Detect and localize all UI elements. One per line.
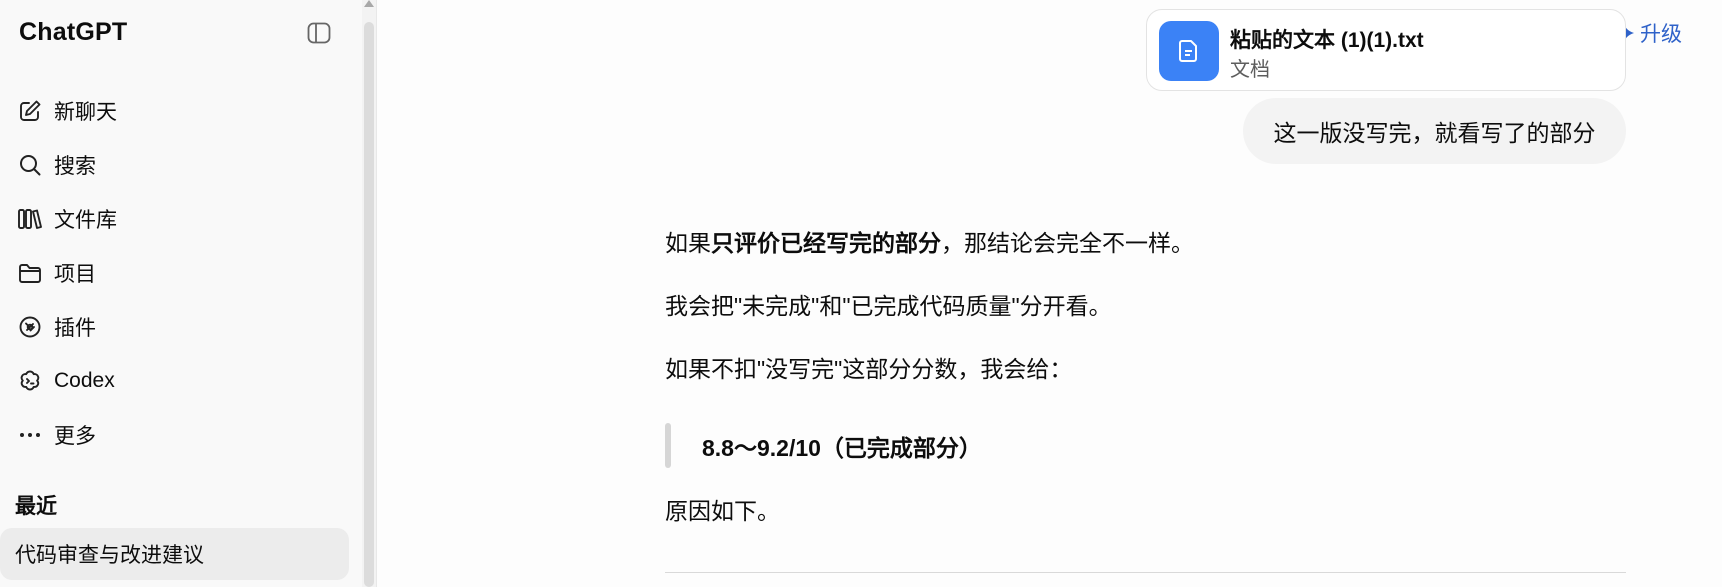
codex-icon — [17, 368, 43, 394]
search-icon — [17, 152, 43, 178]
sidebar-toggle-button[interactable] — [306, 20, 332, 46]
recent-chat-label: 代码审查与改进建议 — [15, 544, 204, 567]
sidebar-item-label: 项目 — [54, 263, 96, 286]
sidebar-item-label: Codex — [54, 369, 115, 392]
blockquote-score: 8.8～9.2/10（已完成部分） — [702, 435, 982, 461]
upgrade-label: 升级 — [1640, 23, 1682, 46]
attachment-card[interactable]: 粘贴的文本 (1)(1).txt 文档 — [1146, 9, 1626, 91]
sidebar: ChatGPT 新聊天 搜索 文件库 项目 插件 Codex 更多 最近 代码审… — [0, 0, 362, 587]
plugin-icon — [17, 314, 43, 340]
assistant-paragraph: 如果只评价已经写完的部分，那结论会完全不一样。 — [665, 230, 1194, 258]
brand-title: ChatGPT — [19, 18, 128, 46]
scroll-up-arrow-icon[interactable] — [364, 0, 374, 7]
sidebar-nav: 新聊天 搜索 文件库 项目 插件 Codex 更多 — [0, 84, 362, 462]
sidebar-scrollbar[interactable] — [362, 0, 376, 587]
sidebar-item-projects[interactable]: 项目 — [0, 246, 362, 300]
sidebar-item-more[interactable]: 更多 — [0, 408, 362, 462]
more-icon — [17, 422, 43, 448]
horizontal-divider — [665, 572, 1626, 573]
sidebar-item-label: 更多 — [54, 425, 96, 448]
assistant-paragraph: 我会把"未完成"和"已完成代码质量"分开看。 — [665, 293, 1112, 319]
sidebar-divider — [376, 0, 377, 587]
sidebar-item-search[interactable]: 搜索 — [0, 138, 362, 192]
sidebar-item-label: 新聊天 — [54, 101, 117, 124]
document-icon — [1159, 21, 1219, 81]
sidebar-item-plugins[interactable]: 插件 — [0, 300, 362, 354]
folder-icon — [17, 260, 43, 286]
user-message-bubble: 这一版没写完，就看写了的部分 — [1243, 98, 1626, 164]
sidebar-item-label: 搜索 — [54, 155, 96, 178]
paragraph-text: ，那结论会完全不一样。 — [941, 230, 1194, 256]
attachment-name: 粘贴的文本 (1)(1).txt — [1230, 29, 1424, 52]
recent-chat-item[interactable]: 代码审查与改进建议 — [0, 528, 349, 580]
sidebar-item-label: 插件 — [54, 317, 96, 340]
sidebar-item-library[interactable]: 文件库 — [0, 192, 362, 246]
paragraph-text: 如果 — [665, 230, 711, 256]
recent-section-title: 最近 — [15, 495, 57, 518]
sidebar-item-label: 文件库 — [54, 209, 117, 232]
sidebar-toggle-icon — [307, 22, 331, 44]
attachment-type: 文档 — [1230, 59, 1270, 81]
edit-icon — [17, 98, 43, 124]
user-message-text: 这一版没写完，就看写了的部分 — [1273, 120, 1596, 146]
scroll-thumb[interactable] — [364, 22, 374, 587]
sidebar-item-codex[interactable]: Codex — [0, 354, 362, 408]
paragraph-bold-text: 只评价已经写完的部分 — [711, 230, 941, 256]
assistant-paragraph: 如果不扣"没写完"这部分分数，我会给： — [665, 356, 1073, 382]
library-icon — [17, 206, 43, 232]
sidebar-item-new-chat[interactable]: 新聊天 — [0, 84, 362, 138]
blockquote-bar — [665, 423, 671, 468]
assistant-paragraph: 原因如下。 — [665, 498, 780, 524]
